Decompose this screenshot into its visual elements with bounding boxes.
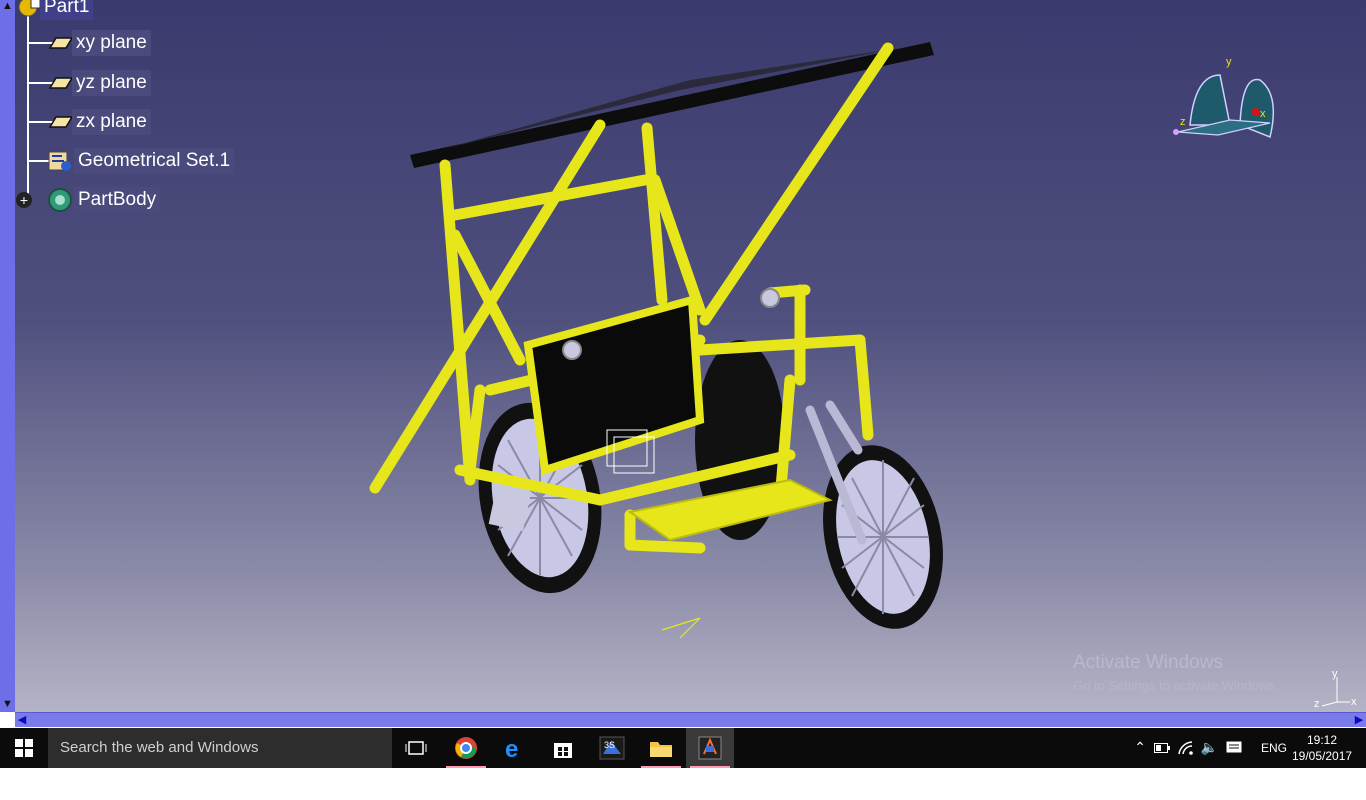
tree-label-partbody: PartBody [74,187,161,213]
language-indicator[interactable]: ENG [1261,741,1287,755]
task-view-icon [405,741,427,755]
file-explorer-button[interactable] [637,728,685,768]
compass-y-label: y [1226,56,1232,68]
bottom-strip [0,768,1366,800]
svg-text:e: e [505,736,518,760]
taskbar-search-box[interactable]: Search the web and Windows [48,728,392,768]
compass-z-label: z [1180,116,1186,128]
compass-widget[interactable]: y x z [1170,55,1290,145]
tree-label-zx-plane: zx plane [72,109,151,135]
geometrical-set-icon [48,151,71,171]
edge-button[interactable]: e [491,728,539,768]
volume-icon[interactable]: 🔈 [1201,739,1218,756]
part-icon [18,0,40,17]
compass-x-label: x [1260,108,1266,120]
tree-item-partbody[interactable]: + PartBody [16,185,161,215]
scroll-left-icon[interactable]: ◀ [15,713,29,727]
chevron-up-icon[interactable]: ⌃ [1134,739,1146,756]
plane-icon [48,37,72,49]
folder-icon [650,742,672,757]
tree-label-part1: Part1 [40,0,94,20]
chrome-button[interactable] [442,728,490,768]
notification-icon[interactable] [1226,741,1242,755]
tree-label-yz-plane: yz plane [72,70,151,96]
store-icon [554,743,572,758]
expand-plus-icon[interactable]: + [16,192,32,208]
chrome-icon [455,737,477,759]
plane-icon [48,116,72,128]
clock[interactable]: 19:12 19/05/2017 [1292,732,1352,764]
edge-icon: e [505,736,518,760]
triad-x-label: x [1351,696,1357,708]
tree-item-yz-plane[interactable]: yz plane [46,68,151,98]
watermark-title: Activate Windows [1073,652,1223,673]
store-button[interactable] [539,728,587,768]
catia-app-button[interactable]: 3S [588,728,636,768]
vertical-scrollbar[interactable]: ▲ ▼ [0,0,15,712]
activate-windows-watermark: Activate Windows Go to Settings to activ… [1073,652,1278,693]
start-button[interactable] [0,728,48,768]
triad-z-label: z [1314,698,1320,710]
specification-tree: Part1 xy plane yz plane zx plane Geometr… [14,0,274,222]
battery-icon[interactable] [1154,743,1170,753]
tree-label-xy-plane: xy plane [72,30,151,56]
scroll-up-icon[interactable]: ▲ [1,0,14,12]
part-body-icon [48,188,72,212]
clock-time: 19:12 [1306,733,1338,747]
tree-item-geometrical-set[interactable]: Geometrical Set.1 [46,146,235,176]
catia-window-button[interactable] [686,728,734,768]
windows-logo-icon [15,739,33,757]
3d-viewport[interactable]: y x z y x z Part1 xy plane yz plane zx p… [0,0,1366,712]
catia-icon: 3S [599,736,625,760]
clock-date: 19/05/2017 [1292,749,1353,763]
task-view-button[interactable] [392,728,440,768]
windows-taskbar: Search the web and Windows e 3S ⌃ 🔈 ENG … [0,728,1366,768]
axis-triad: y x z [1314,668,1357,710]
scroll-down-icon[interactable]: ▼ [1,698,14,710]
watermark-subtitle: Go to Settings to activate Windows. [1073,678,1279,693]
triad-y-label: y [1332,668,1338,680]
plane-icon [48,77,72,89]
horizontal-scrollbar[interactable]: ◀ ▶ [15,712,1366,727]
scroll-right-icon[interactable]: ▶ [1352,713,1366,727]
catia-window-icon [698,736,722,760]
tree-label-geometrical-set: Geometrical Set.1 [74,148,235,174]
tree-item-zx-plane[interactable]: zx plane [46,107,151,137]
svg-text:3S: 3S [604,740,615,750]
wifi-icon[interactable] [1178,741,1194,755]
tree-item-xy-plane[interactable]: xy plane [46,28,151,58]
tree-item-part1[interactable]: Part1 [16,0,94,22]
